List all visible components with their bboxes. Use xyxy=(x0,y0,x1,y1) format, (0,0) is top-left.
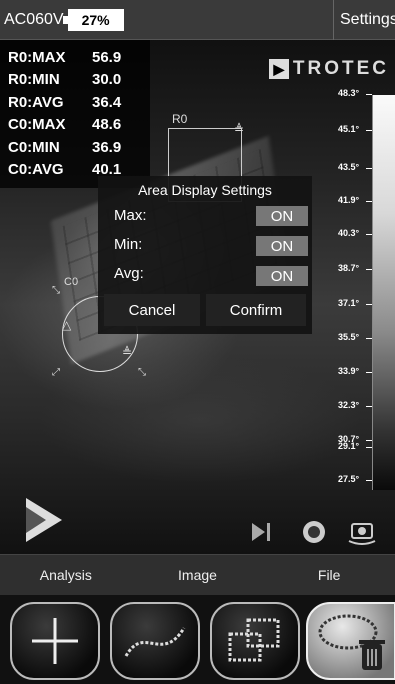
camera-rotate-icon[interactable] xyxy=(346,518,378,546)
roi-circle-label: C0 xyxy=(64,276,79,288)
settings-tab[interactable]: Settings xyxy=(333,0,395,40)
scale-tick: 38.7° xyxy=(338,263,372,273)
max-toggle[interactable]: ON xyxy=(256,206,308,226)
stat-row: R0:MAX 56.9 xyxy=(8,46,150,69)
temperature-scale-labels: 48.3° 45.1° 43.5° 41.9° 40.3° 38.7° 37.1… xyxy=(338,88,372,488)
avg-setting-label: Avg: xyxy=(114,264,144,282)
top-bar: AC060V 27% Settings xyxy=(0,0,395,40)
stat-label: R0:MAX xyxy=(8,48,66,66)
stat-row: C0:MAX 48.6 xyxy=(8,114,150,137)
analysis-toolbar xyxy=(0,596,395,684)
confirm-button[interactable]: Confirm xyxy=(206,294,306,326)
rectangle-tool-icon xyxy=(228,618,280,662)
min-toggle[interactable]: ON xyxy=(256,236,308,256)
battery-indicator: 27% xyxy=(62,8,124,31)
scale-tick: 32.3° xyxy=(338,400,372,410)
shutter-icon[interactable] xyxy=(300,518,328,546)
min-setting-label: Min: xyxy=(114,235,143,253)
scale-tick: 43.5° xyxy=(338,162,372,172)
logo-mark-icon: ▶ xyxy=(268,59,289,79)
stat-label: C0:MIN xyxy=(8,138,60,156)
max-marker-icon: ≜ xyxy=(122,345,133,359)
crosshair-tool-icon xyxy=(32,618,78,664)
stat-value: 30.0 xyxy=(92,71,122,89)
scale-tick: 33.9° xyxy=(338,366,372,376)
scale-tick: 27.5° xyxy=(338,474,372,484)
line-tool-button[interactable] xyxy=(110,602,200,680)
dialog-title: Area Display Settings xyxy=(138,182,272,198)
temperature-scale-bar xyxy=(372,95,395,490)
scale-tick: 45.1° xyxy=(338,124,372,134)
crosshair-tool-button[interactable] xyxy=(10,602,100,680)
stat-row: R0:MIN 30.0 xyxy=(8,69,150,92)
scale-tick: 48.3° xyxy=(338,88,372,98)
stat-label: C0:AVG xyxy=(8,161,64,179)
cancel-button[interactable]: Cancel xyxy=(104,294,200,326)
stat-value: 36.4 xyxy=(92,93,122,111)
circle-delete-tool-icon xyxy=(318,614,385,670)
resize-handle-icon[interactable]: ⤢ xyxy=(52,367,60,378)
logo-text: TROTEC xyxy=(292,58,389,79)
scale-tick: 37.1° xyxy=(338,298,372,308)
resize-handle-icon[interactable]: ⤡ xyxy=(52,285,60,296)
stat-row: R0:AVG 36.4 xyxy=(8,91,150,114)
stat-value: 48.6 xyxy=(92,116,122,134)
area-display-settings-dialog: Area Display Settings Max: ON Min: ON Av… xyxy=(98,176,312,334)
roi-rect-label: R0 xyxy=(172,112,188,126)
avg-toggle[interactable]: ON xyxy=(256,266,308,286)
stat-label: R0:MIN xyxy=(8,71,60,89)
tab-file[interactable]: File xyxy=(263,567,395,583)
scale-tick: 35.5° xyxy=(338,332,372,342)
scale-tick: 41.9° xyxy=(338,195,372,205)
line-tool-icon xyxy=(124,627,186,657)
model-label: AC060V xyxy=(4,10,64,28)
tab-bar: Analysis Image File xyxy=(0,554,395,596)
stat-value: 36.9 xyxy=(92,138,122,156)
resize-handle-icon[interactable]: ⤡ xyxy=(138,367,146,378)
max-marker-icon: ≜ xyxy=(234,122,245,136)
stat-label: R0:AVG xyxy=(8,93,64,111)
stat-row: C0:MIN 36.9 xyxy=(8,136,150,159)
scale-tick: 29.1° xyxy=(338,441,372,451)
tab-image[interactable]: Image xyxy=(132,567,264,583)
expand-menu-icon[interactable] xyxy=(26,498,62,542)
max-setting-label: Max: xyxy=(114,206,147,224)
stat-label: C0:MAX xyxy=(8,116,66,134)
tab-analysis[interactable]: Analysis xyxy=(0,567,132,583)
play-pause-icon[interactable] xyxy=(248,518,276,546)
stat-value: 56.9 xyxy=(92,48,122,66)
brand-logo: ▶ TROTEC xyxy=(268,58,389,80)
min-marker-icon: △ xyxy=(62,318,72,332)
measurement-stats: R0:MAX 56.9 R0:MIN 30.0 R0:AVG 36.4 C0:MAX 4… xyxy=(0,40,150,188)
circle-delete-tool-button[interactable] xyxy=(306,602,395,680)
rectangle-tool-button[interactable] xyxy=(210,602,300,680)
scale-tick: 40.3° xyxy=(338,228,372,238)
